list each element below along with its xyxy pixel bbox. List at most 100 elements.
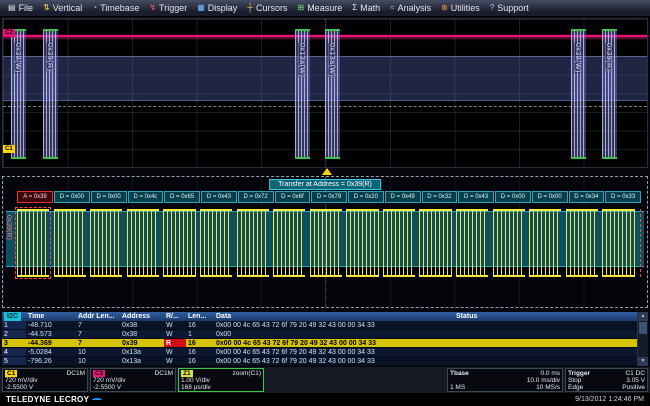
cell-status <box>454 339 637 347</box>
menu-item-cursors[interactable]: ┼Cursors <box>242 2 292 14</box>
cell-time: -796.26 <box>26 357 76 365</box>
menu-item-label: Math <box>360 3 380 13</box>
trigger-source: C1 DC <box>625 370 645 377</box>
decode-table-row[interactable]: 4-5.0284100x13aW160x00 00 4c 65 43 72 6f… <box>2 348 637 357</box>
menu-item-label: File <box>19 3 34 13</box>
col-len[interactable]: Len... <box>186 312 214 321</box>
cell-status <box>454 330 637 338</box>
cursors-icon: ┼ <box>247 4 253 12</box>
cell-time: -44.573 <box>26 330 76 338</box>
trigger-icon: ↯ <box>149 4 156 12</box>
decode-address-box: A = 0x39 <box>17 191 53 203</box>
decode-table-row[interactable]: 2-44.57370x38W10x00 <box>2 330 637 339</box>
trigger-position-marker[interactable] <box>322 168 332 175</box>
z1-scale: 1.00 V/div <box>181 377 210 384</box>
c2-coupling: DC1M <box>155 370 173 377</box>
datetime: 9/13/2012 1:24:46 PM <box>575 396 644 403</box>
menu-item-utilities[interactable]: ⊛Utilities <box>436 2 485 14</box>
cell-len: 1 <box>186 330 214 338</box>
waveform-byte-cluster <box>383 209 415 277</box>
c1-descriptor[interactable]: C1DC1M 720 mV/div -2.5500 V <box>2 368 88 392</box>
c1-channel-marker[interactable]: C1 <box>3 145 15 153</box>
timebase-descriptor[interactable]: Tbase0.0 ms 10.0 ms/div 1 MS10 MS/s <box>447 368 563 392</box>
zoom-address-rot-label: 0x39(R) <box>5 215 12 240</box>
scroll-up-icon[interactable]: ▲ <box>638 312 648 321</box>
burst-address-label: 0x38(W) <box>574 43 581 73</box>
cell-addr-len: 7 <box>76 321 120 329</box>
cell-time: -44.369 <box>26 339 76 347</box>
col-rw[interactable]: R/... <box>164 312 186 321</box>
cell-len: 16 <box>186 321 214 329</box>
c1-coupling: DC1M <box>67 370 85 377</box>
menu-item-trigger[interactable]: ↯Trigger <box>144 2 192 14</box>
tbase-samples: 1 MS <box>450 384 465 391</box>
decode-data-box: D = 0x6f <box>275 191 311 203</box>
col-data[interactable]: Data <box>214 312 454 321</box>
waveform-byte-cluster <box>273 209 305 277</box>
menu-item-timebase[interactable]: ◔Timebase <box>87 2 144 14</box>
trigger-label: Trigger <box>568 370 590 377</box>
waveform-byte-cluster <box>566 209 598 277</box>
decode-data-box: D = 0x4c <box>128 191 164 203</box>
i2c-burst: 0x13a(W) <box>325 29 340 159</box>
menu-item-display[interactable]: ▦Display <box>192 2 242 14</box>
cell-address: 0x13a <box>120 357 164 365</box>
i2c-burst: 0x38(W) <box>571 29 586 159</box>
scroll-thumb[interactable] <box>639 322 647 334</box>
tbase-offset: 0.0 ms <box>540 370 560 377</box>
menu-item-label: Cursors <box>256 3 288 13</box>
cell-index: 1 <box>2 321 26 329</box>
menu-item-file[interactable]: ▤File <box>3 2 38 14</box>
i2c-burst: 0x13a(W) <box>295 29 310 159</box>
menu-item-label: Vertical <box>53 3 83 13</box>
trigger-descriptor[interactable]: TriggerC1 DC Stop3.05 V EdgePositive <box>565 368 648 392</box>
col-addr-len[interactable]: Addr Len... <box>76 312 120 321</box>
transfer-header: Transfer at Address = 0x39(R) <box>269 179 381 190</box>
cell-time: -5.0284 <box>26 348 76 356</box>
decode-table-row[interactable]: 5-796.26100x13aW160x00 00 4c 65 43 72 6f… <box>2 357 637 366</box>
cell-address: 0x13a <box>120 348 164 356</box>
menu-item-math[interactable]: ΣMath <box>347 2 385 14</box>
decode-data-box: D = 0x34 <box>569 191 605 203</box>
cell-index: 4 <box>2 348 26 356</box>
waveform-byte-cluster <box>237 209 269 277</box>
cell-rw: W <box>164 348 186 356</box>
col-time[interactable]: Time <box>26 312 76 321</box>
col-status[interactable]: Status <box>454 312 648 321</box>
menu-item-analysis[interactable]: ≈ Analysis <box>385 2 436 14</box>
c2-descriptor[interactable]: C2DC1M 720 mV/div -2.5500 V <box>90 368 176 392</box>
menu-item-label: Support <box>497 3 529 13</box>
cell-status <box>454 321 637 329</box>
analysis-icon: ≈ <box>390 4 394 12</box>
menu-item-label: Analysis <box>398 3 432 13</box>
decode-data-box: D = 0x33 <box>605 191 641 203</box>
cell-index: 3 <box>2 339 26 347</box>
tbase-rate: 10 MS/s <box>536 384 560 391</box>
decode-table-row[interactable]: 3-44.36970x39R160x00 00 4c 65 43 72 6f 7… <box>2 339 637 348</box>
decode-table-row[interactable]: 1-48.71070x38W160x00 00 4c 65 43 72 6f 7… <box>2 321 637 330</box>
support-icon: ? <box>490 4 494 12</box>
z1-descriptor[interactable]: Z1zoom(C1) 1.00 V/div 168 µs/div <box>178 368 264 392</box>
i2c-badge[interactable]: I2C <box>4 312 21 321</box>
cell-addr-len: 7 <box>76 339 120 347</box>
main-waveform-area: C2 C1 0x38(W)0x39(R)0x13a(W)0x13a(W)0x38… <box>2 18 648 168</box>
table-scrollbar[interactable]: ▲ ▼ <box>637 312 648 366</box>
cell-address: 0x38 <box>120 321 164 329</box>
menu-item-support[interactable]: ?Support <box>485 2 534 14</box>
cell-rw: W <box>164 330 186 338</box>
file-icon: ▤ <box>8 4 16 12</box>
cell-status <box>454 357 637 365</box>
cell-address: 0x38 <box>120 330 164 338</box>
decode-byte-row: A = 0x39D = 0x00D = 0x00D = 0x4cD = 0x65… <box>17 191 641 203</box>
cell-time: -48.710 <box>26 321 76 329</box>
zoom-wave-region <box>17 209 639 277</box>
menu-item-vertical[interactable]: ⇅Vertical <box>38 2 87 14</box>
scroll-down-icon[interactable]: ▼ <box>638 357 648 366</box>
menu-item-measure[interactable]: ⊞Measure <box>292 2 347 14</box>
decode-data-box: D = 0x72 <box>238 191 274 203</box>
c2-channel-marker[interactable]: C2 <box>3 29 15 37</box>
col-address[interactable]: Address <box>120 312 164 321</box>
cell-index: 5 <box>2 357 26 365</box>
cell-len: 16 <box>186 339 214 347</box>
burst-address-label: 0x13a(W) <box>298 43 305 77</box>
